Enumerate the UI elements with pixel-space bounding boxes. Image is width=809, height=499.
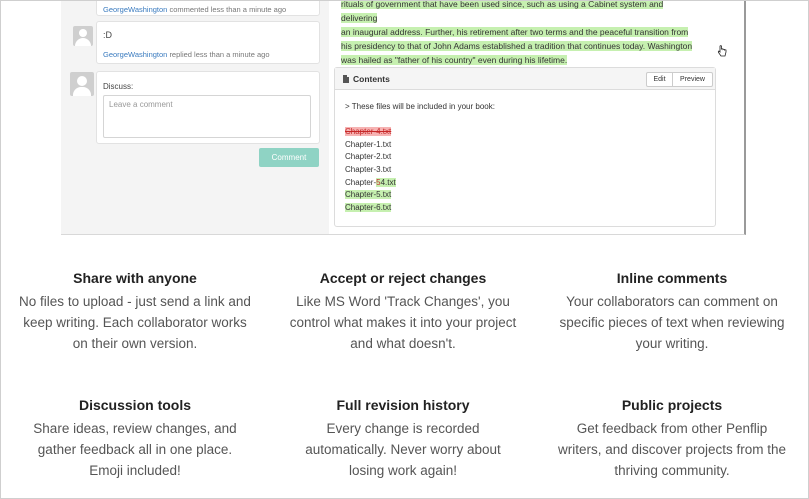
inserted-text: rituals of government that have been use… [341,1,664,23]
feature-title: Accept or reject changes [319,270,487,286]
comment-meta: GeorgeWashington replied less than a min… [103,50,270,59]
comment-user-link[interactable]: GeorgeWashington [103,50,167,59]
feature-inline-comments: Inline comments Your collaborators can c… [542,269,802,354]
file-item-changed: Chapter-54.txt [345,178,396,187]
file-item-inserted: Chapter-6.txt [345,203,392,212]
editor-column: rituals of government that have been use… [329,1,744,234]
comment-text: :D [103,30,112,40]
contents-title: Contents [353,74,390,84]
feature-title: Inline comments [616,270,728,286]
feature-description: Get feedback from other Penflip writers, … [557,421,787,478]
feature-public-projects: Public projects Get feedback from other … [542,396,802,481]
inserted-text: an inaugural address. Further, his retir… [341,27,689,37]
feature-description: Share ideas, review changes, and gather f… [33,421,237,478]
contents-intro: > These files will be included in your b… [345,102,495,111]
app-screenshot: GeorgeWashington commented less than a m… [61,1,746,235]
contents-header: Contents Edit Preview [335,68,715,90]
inserted-text: was hailed as "father of his country" ev… [341,55,568,65]
comment-meta: GeorgeWashington commented less than a m… [103,5,287,14]
user-avatar [73,26,93,46]
feature-description: No files to upload - just send a link an… [19,294,251,351]
preview-button[interactable]: Preview [672,72,713,87]
discussion-column: GeorgeWashington commented less than a m… [61,1,327,234]
file-item-inserted: Chapter-5.txt [345,190,392,199]
feature-title: Share with anyone [73,270,197,286]
current-user-avatar [70,72,94,96]
hand-cursor-icon [717,45,727,57]
inserted-text: his presidency to that of John Adams est… [341,41,693,51]
feature-description: Every change is recorded automatically. N… [305,421,501,478]
file-item: Chapter-1.txt [345,140,392,149]
feature-track-changes: Accept or reject changes Like MS Word 'T… [273,269,533,354]
feature-description: Your collaborators can comment on specifi… [559,294,785,351]
feature-title: Discussion tools [78,397,192,413]
feature-title: Full revision history [336,397,470,413]
comment-user-link[interactable]: GeorgeWashington [103,5,167,14]
comment-card: GeorgeWashington commented less than a m… [96,1,320,16]
file-item-deleted: Chapter-4.txt [345,127,392,136]
discuss-label: Discuss: [103,82,134,91]
file-item: Chapter-3.txt [345,165,392,174]
feature-discussion: Discussion tools Share ideas, review cha… [5,396,265,481]
contents-panel: Contents Edit Preview > These files will… [334,67,716,227]
discuss-card: Discuss: [96,71,320,144]
file-item: Chapter-2.txt [345,152,392,161]
document-text: rituals of government that have been use… [341,1,701,67]
comment-card: :D GeorgeWashington replied less than a … [96,21,320,64]
feature-description: Like MS Word 'Track Changes', you control… [289,294,517,351]
comment-input[interactable] [103,95,311,138]
document-icon [343,75,349,83]
feature-revision-history: Full revision history Every change is re… [273,396,533,481]
feature-title: Public projects [621,397,723,413]
page-frame: GeorgeWashington commented less than a m… [0,0,809,499]
feature-share: Share with anyone No files to upload - j… [5,269,265,354]
edit-button[interactable]: Edit [646,72,673,87]
comment-button[interactable]: Comment [259,148,319,167]
